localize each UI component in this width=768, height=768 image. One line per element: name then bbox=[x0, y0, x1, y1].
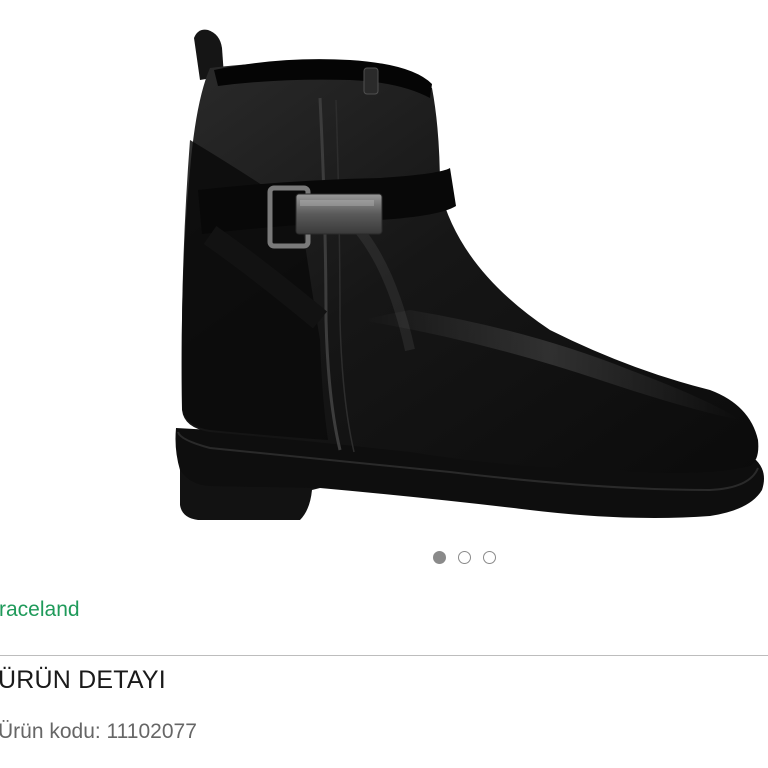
carousel-dot-1[interactable] bbox=[433, 551, 446, 564]
carousel-dot-2[interactable] bbox=[458, 551, 471, 564]
section-heading-product-detail: ÜRÜN DETAYI bbox=[0, 666, 166, 694]
product-detail-page: raceland ÜRÜN DETAYI Ürün kodu: 11102077 bbox=[0, 0, 768, 768]
product-code: Ürün kodu: 11102077 bbox=[0, 720, 197, 743]
divider bbox=[0, 655, 768, 656]
brand-link[interactable]: raceland bbox=[0, 598, 80, 622]
carousel-dot-3[interactable] bbox=[483, 551, 496, 564]
product-image[interactable] bbox=[150, 20, 768, 540]
carousel-dots bbox=[433, 551, 496, 564]
